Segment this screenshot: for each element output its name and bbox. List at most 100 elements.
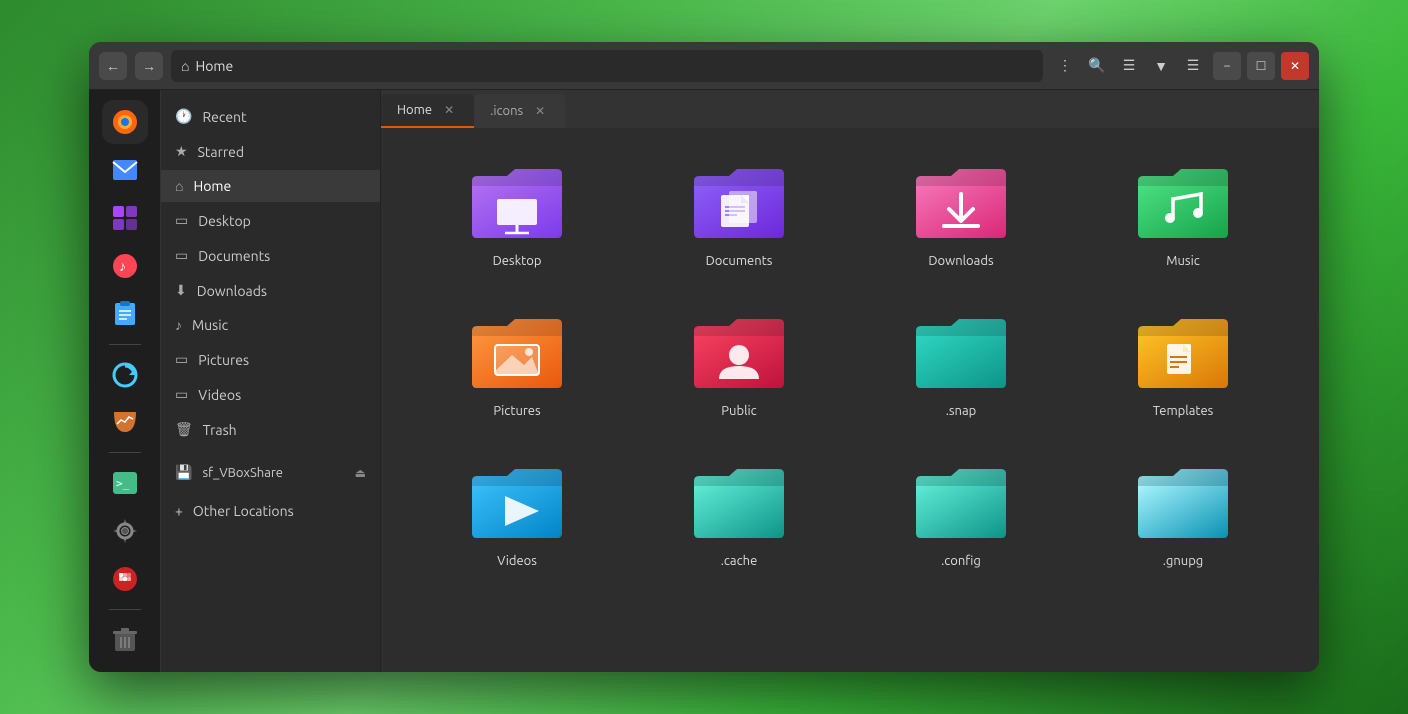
add-icon: + <box>175 503 183 519</box>
drive-icon: 💾 <box>175 464 192 481</box>
back-button[interactable]: ← <box>99 52 127 80</box>
tab-home-label: Home <box>397 103 432 117</box>
folder-desktop[interactable]: Desktop <box>411 148 623 278</box>
maximize-button[interactable]: ☐ <box>1247 52 1275 80</box>
taskbar-trash[interactable] <box>102 618 148 662</box>
folder-gnupg[interactable]: .gnupg <box>1077 448 1289 578</box>
sidebar-label-desktop: Desktop <box>198 213 251 229</box>
forward-button[interactable]: → <box>135 52 163 80</box>
sidebar-label-recent: Recent <box>202 109 246 125</box>
sidebar-item-trash[interactable]: 🗑 Trash <box>161 413 380 446</box>
taskbar-appgrid[interactable] <box>102 557 148 601</box>
sidebar-label-other: Other Locations <box>193 503 294 519</box>
taskbar-workspace[interactable] <box>102 196 148 240</box>
menu-button[interactable]: ☰ <box>1179 52 1207 80</box>
sidebar-label-vboxshare: sf_VBoxShare <box>202 466 283 480</box>
titlebar: ← → ⌂ Home ⋮ 🔍 ☰ ▼ ☰ − ☐ ✕ <box>89 42 1319 90</box>
svg-text:♪: ♪ <box>119 258 126 274</box>
folder-pictures-icon <box>462 308 572 398</box>
address-bar[interactable]: ⌂ Home <box>171 50 1043 82</box>
folder-templates[interactable]: Templates <box>1077 298 1289 428</box>
sidebar-label-documents: Documents <box>198 248 270 264</box>
sidebar-label-starred: Starred <box>198 144 245 160</box>
starred-icon: ★ <box>175 143 188 160</box>
folder-desktop-icon <box>462 158 572 248</box>
taskbar-settings[interactable] <box>102 509 148 553</box>
downloads-icon: ⬇ <box>175 282 187 299</box>
sidebar-item-pictures[interactable]: ▭ Pictures <box>161 343 380 376</box>
taskbar-music[interactable]: ♪ <box>102 244 148 288</box>
folder-downloads-label: Downloads <box>928 254 993 268</box>
folder-config[interactable]: .config <box>855 448 1067 578</box>
tab-home-close[interactable]: ✕ <box>440 101 458 119</box>
folder-gnupg-label: .gnupg <box>1163 554 1204 568</box>
folder-downloads[interactable]: Downloads <box>855 148 1067 278</box>
folder-pictures[interactable]: Pictures <box>411 298 623 428</box>
folder-videos[interactable]: Videos <box>411 448 623 578</box>
view-dropdown-button[interactable]: ▼ <box>1147 52 1175 80</box>
folder-pictures-label: Pictures <box>493 404 540 418</box>
sidebar-label-downloads: Downloads <box>197 283 267 299</box>
sidebar-other-locations[interactable]: + Other Locations <box>161 495 380 527</box>
sidebar-item-recent[interactable]: 🕐 Recent <box>161 100 380 133</box>
folder-music[interactable]: Music <box>1077 148 1289 278</box>
folder-downloads-icon <box>906 158 1016 248</box>
tab-icons-label: .icons <box>490 104 523 118</box>
taskbar: ♪ <box>89 90 161 672</box>
sidebar-item-videos[interactable]: ▭ Videos <box>161 378 380 411</box>
taskbar-separator-2 <box>109 452 141 453</box>
close-button[interactable]: ✕ <box>1281 52 1309 80</box>
pictures-icon: ▭ <box>175 351 188 368</box>
folder-music-label: Music <box>1166 254 1200 268</box>
taskbar-clipboard[interactable] <box>102 292 148 336</box>
sidebar-item-starred[interactable]: ★ Starred <box>161 135 380 168</box>
tab-icons[interactable]: .icons ✕ <box>474 94 565 128</box>
content-area: Home ✕ .icons ✕ <box>381 90 1319 672</box>
sidebar-item-downloads[interactable]: ⬇ Downloads <box>161 274 380 307</box>
folder-documents-icon <box>684 158 794 248</box>
folder-templates-icon <box>1128 308 1238 398</box>
main-area: ♪ <box>89 90 1319 672</box>
eject-button[interactable]: ⏏ <box>355 466 366 480</box>
folder-documents-label: Documents <box>706 254 773 268</box>
folder-desktop-label: Desktop <box>493 254 542 268</box>
view-list-button[interactable]: ☰ <box>1115 52 1143 80</box>
folder-cache[interactable]: .cache <box>633 448 845 578</box>
minimize-button[interactable]: − <box>1213 52 1241 80</box>
address-text: Home <box>195 58 233 74</box>
taskbar-update[interactable] <box>102 353 148 397</box>
taskbar-terminal[interactable]: >_ <box>102 461 148 505</box>
home-icon: ⌂ <box>175 178 183 194</box>
folder-public[interactable]: Public <box>633 298 845 428</box>
taskbar-firefox[interactable] <box>102 100 148 144</box>
taskbar-separator-3 <box>109 609 141 610</box>
folder-documents[interactable]: Documents <box>633 148 845 278</box>
music-icon: ♪ <box>175 317 182 333</box>
tab-home[interactable]: Home ✕ <box>381 94 474 128</box>
sidebar-label-music: Music <box>192 317 228 333</box>
sidebar-item-documents[interactable]: ▭ Documents <box>161 239 380 272</box>
sidebar-label-home: Home <box>193 178 231 194</box>
home-address-icon: ⌂ <box>181 58 189 74</box>
file-manager-window: ← → ⌂ Home ⋮ 🔍 ☰ ▼ ☰ − ☐ ✕ <box>89 42 1319 672</box>
sidebar-item-music[interactable]: ♪ Music <box>161 309 380 341</box>
sidebar-item-vboxshare[interactable]: 💾 sf_VBoxShare ⏏ <box>161 456 380 489</box>
sidebar-item-home[interactable]: ⌂ Home <box>161 170 380 202</box>
folder-videos-icon <box>462 458 572 548</box>
sidebar-label-trash: Trash <box>203 422 237 438</box>
search-button[interactable]: 🔍 <box>1083 52 1111 80</box>
sidebar-label-pictures: Pictures <box>198 352 249 368</box>
taskbar-separator-1 <box>109 344 141 345</box>
sidebar-item-desktop[interactable]: ▭ Desktop <box>161 204 380 237</box>
tab-icons-close[interactable]: ✕ <box>531 102 549 120</box>
titlebar-actions: ⋮ 🔍 ☰ ▼ ☰ − ☐ ✕ <box>1051 52 1309 80</box>
menu-dots-button[interactable]: ⋮ <box>1051 52 1079 80</box>
taskbar-monitor[interactable] <box>102 400 148 444</box>
svg-text:>_: >_ <box>116 477 130 490</box>
folder-public-label: Public <box>721 404 756 418</box>
folder-videos-label: Videos <box>497 554 537 568</box>
file-grid: Desktop <box>381 128 1319 672</box>
folder-config-icon <box>906 458 1016 548</box>
taskbar-mail[interactable] <box>102 148 148 192</box>
folder-snap[interactable]: .snap <box>855 298 1067 428</box>
